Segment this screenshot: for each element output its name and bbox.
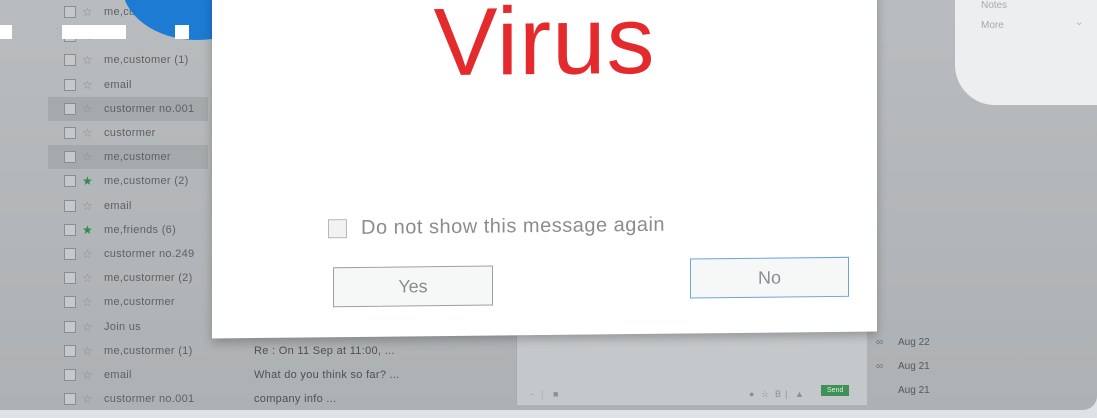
sender-name: custormer no.001 xyxy=(104,393,195,406)
date-row: ∞ Aug 22 xyxy=(876,337,930,348)
date-row: ∞ Aug 21 xyxy=(876,385,930,396)
no-button[interactable]: No xyxy=(690,256,849,299)
star-icon[interactable]: ☆ xyxy=(82,200,96,212)
menu-item-notes[interactable]: Notes xyxy=(981,0,1007,11)
select-checkbox[interactable] xyxy=(64,54,76,67)
chevron-down-icon[interactable]: ⌄ xyxy=(1075,17,1083,28)
star-icon[interactable]: ☆ xyxy=(82,79,96,91)
star-icon[interactable]: ☆ xyxy=(82,54,96,66)
star-icon[interactable]: ☆ xyxy=(82,296,96,308)
redaction-block xyxy=(175,25,189,39)
star-icon[interactable]: ☆ xyxy=(82,321,96,333)
select-checkbox[interactable] xyxy=(64,248,76,260)
send-button[interactable]: Send xyxy=(821,385,850,396)
star-icon[interactable]: ☆ xyxy=(82,127,96,139)
date-row: ∞ Aug 21 xyxy=(876,361,930,372)
select-checkbox[interactable] xyxy=(64,6,76,18)
select-checkbox[interactable] xyxy=(64,199,76,212)
attachment-icon: ∞ xyxy=(876,337,884,348)
select-checkbox[interactable] xyxy=(64,151,76,164)
attachment-icon: ∞ xyxy=(876,361,884,372)
star-icon[interactable]: ☆ xyxy=(82,393,96,405)
select-checkbox[interactable] xyxy=(64,272,76,285)
dont-show-again-option[interactable]: Do not show this message again xyxy=(328,214,665,241)
sender-name: email xyxy=(104,369,132,381)
location-icon[interactable]: ● xyxy=(749,389,754,399)
star-icon[interactable]: ☆ xyxy=(82,103,96,115)
select-checkbox[interactable] xyxy=(64,175,76,188)
star-icon[interactable]: ☆ xyxy=(82,369,96,381)
dont-show-label: Do not show this message again xyxy=(361,213,666,239)
list-item[interactable]: ☆ custormer no.001 xyxy=(48,96,208,121)
star-icon[interactable]: ☆ xyxy=(82,272,96,284)
trash-icon[interactable]: ■ xyxy=(553,389,558,399)
select-checkbox[interactable] xyxy=(64,127,76,139)
divider: | xyxy=(541,389,544,399)
date-label: Aug 21 xyxy=(898,361,930,372)
minus-icon[interactable]: - xyxy=(531,389,534,399)
select-checkbox[interactable] xyxy=(64,223,76,236)
compose-toolbar: - | ■ ● ☆ B | ▲ Send xyxy=(517,383,867,405)
select-checkbox[interactable] xyxy=(64,344,76,357)
dont-show-checkbox[interactable] xyxy=(328,219,347,239)
date-label: Aug 21 xyxy=(898,385,930,396)
virus-alert-dialog: Virus Do not show this message again Yes… xyxy=(212,0,877,339)
star-filled-icon[interactable]: ★ xyxy=(82,224,96,236)
star-filled-icon[interactable]: ★ xyxy=(82,175,96,187)
dialog-title: Virus xyxy=(433,0,656,97)
star-icon[interactable]: ☆ xyxy=(82,345,96,357)
menu-item-more[interactable]: More xyxy=(981,20,1004,31)
redaction-block xyxy=(62,25,126,39)
select-checkbox[interactable] xyxy=(64,78,76,91)
divider-2: | xyxy=(785,389,788,399)
select-checkbox[interactable] xyxy=(64,102,76,115)
star-icon[interactable]: ☆ xyxy=(82,248,96,260)
right-side-menu: Notes More ⌄ xyxy=(955,0,1097,105)
star-icon[interactable]: ☆ xyxy=(82,151,96,163)
yes-button[interactable]: Yes xyxy=(333,265,493,308)
message-snippet: company info ... xyxy=(254,393,337,406)
date-label: Aug 22 xyxy=(898,337,930,348)
list-item[interactable]: ☆ me,customer xyxy=(48,145,208,170)
redaction-block xyxy=(0,25,12,39)
select-checkbox[interactable] xyxy=(64,393,76,406)
compose-area[interactable]: - | ■ ● ☆ B | ▲ Send xyxy=(516,325,867,405)
select-checkbox[interactable] xyxy=(64,369,76,381)
message-snippet: Re : On 11 Sep at 11:00, ... xyxy=(254,344,395,357)
select-checkbox[interactable] xyxy=(64,320,76,333)
message-snippet: What do you think so far? ... xyxy=(254,369,400,381)
star-icon[interactable]: ☆ xyxy=(761,389,769,400)
select-checkbox[interactable] xyxy=(64,296,76,309)
attach-icon[interactable]: ▲ xyxy=(795,389,804,399)
star-icon[interactable]: ☆ xyxy=(82,6,96,18)
sender-name: me,custormer (1) xyxy=(104,344,193,357)
bold-icon[interactable]: B xyxy=(775,389,781,399)
